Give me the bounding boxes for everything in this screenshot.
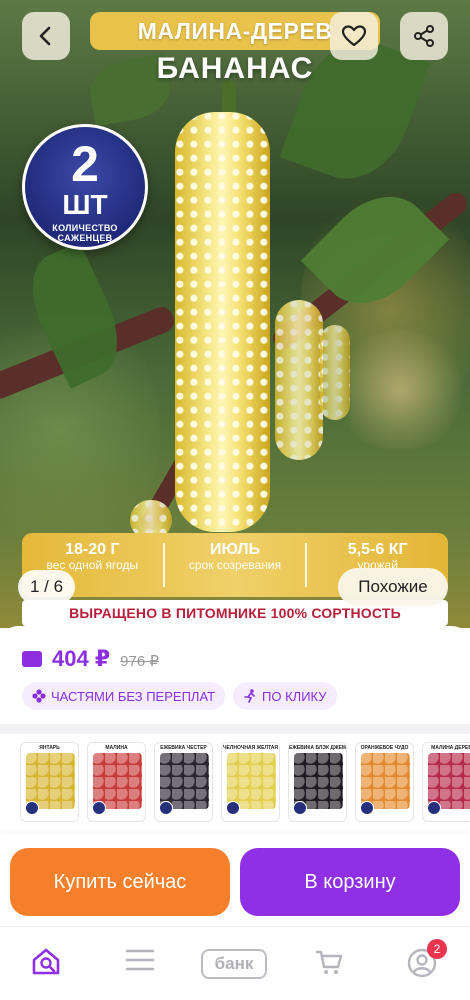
thumb-label: ЧЕЛНОЧНАЯ ЖЕЛТАЯ <box>223 745 278 751</box>
thumb-badge <box>293 801 307 815</box>
thumb-label: МАЛИНА <box>105 745 128 751</box>
related-product-thumb[interactable]: ЧЕЛНОЧНАЯ ЖЕЛТАЯ <box>221 742 280 822</box>
bank-label: банк <box>201 949 267 979</box>
home-search-icon <box>32 948 60 975</box>
thumb-label: ЕЖЕВИКА ЧЕСТЕР <box>160 745 207 751</box>
cart-count-badge: 2 <box>427 939 447 959</box>
price-row: 404 ₽ 976 ₽ <box>22 646 159 672</box>
wallet-icon <box>22 651 42 667</box>
thumb-label: ЕЖЕВИКА БЛЭК ДЖЕМ <box>289 745 347 751</box>
thumb-badge <box>427 801 441 815</box>
side-fruit <box>320 325 350 420</box>
nav-cart[interactable] <box>314 947 344 977</box>
side-fruit <box>275 300 323 460</box>
title-tag-text: МАЛИНА-ДЕРЕВ <box>137 17 333 44</box>
share-icon <box>414 25 434 47</box>
bottom-navigation: банк <box>0 926 470 1000</box>
installments-chip[interactable]: ЧАСТЯМИ БЕЗ ПЕРЕПЛАТ <box>22 682 226 710</box>
related-products-carousel[interactable]: ЯНТАРЬ МАЛИНА ЕЖЕВИКА ЧЕСТЕР ЧЕЛНОЧНАЯ ЖЕЛТ… <box>0 734 470 834</box>
related-product-thumb[interactable]: МАЛИНА ДЕРЕВ <box>422 742 470 822</box>
nav-bank[interactable]: банк <box>201 949 267 979</box>
badge-unit: ШТ <box>62 189 108 220</box>
old-price: 976 ₽ <box>120 653 159 670</box>
similar-button[interactable]: Похожие <box>338 568 448 606</box>
runner-icon <box>244 689 255 703</box>
menu-icon <box>125 949 155 971</box>
one-click-label: ПО КЛИКУ <box>262 688 327 704</box>
plus-cluster-icon <box>32 689 46 703</box>
thumb-label: ЯНТАРЬ <box>39 745 60 751</box>
installments-label: ЧАСТЯМИ БЕЗ ПЕРЕПЛАТ <box>51 688 216 704</box>
current-price: 404 ₽ <box>52 646 111 671</box>
thumb-label: МАЛИНА ДЕРЕВ <box>431 745 470 751</box>
heart-icon <box>341 25 367 47</box>
badge-caption: КОЛИЧЕСТВО САЖЕНЦЕВ <box>52 223 118 243</box>
thumb-badge <box>25 801 39 815</box>
product-image-gallery[interactable]: МАЛИНА-ДЕРЕВ БАНАНАС 2 ШТ КОЛИЧЕСТВО САЖ… <box>0 0 470 628</box>
related-product-thumb[interactable]: ЕЖЕВИКА ЧЕСТЕР <box>154 742 213 822</box>
quantity-badge: 2 ШТ КОЛИЧЕСТВО САЖЕНЦЕВ <box>22 124 148 250</box>
related-product-thumb[interactable]: ОРАНЖЕВОЕ ЧУДО <box>355 742 414 822</box>
badge-number: 2 <box>71 136 99 192</box>
buy-now-button[interactable]: Купить сейчас <box>10 848 230 916</box>
nav-home[interactable] <box>30 947 64 977</box>
payment-chips: ЧАСТЯМИ БЕЗ ПЕРЕПЛАТ ПО КЛИКУ <box>22 682 337 710</box>
chevron-left-icon <box>39 26 51 46</box>
thumb-badge <box>159 801 173 815</box>
thumb-badge <box>92 801 106 815</box>
thumb-badge <box>226 801 240 815</box>
certification-text: ВЫРАЩЕНО В ПИТОМНИКЕ 100% СОРТНОСТЬ <box>69 605 401 621</box>
thumb-label: ОРАНЖЕВОЕ ЧУДО <box>360 745 409 751</box>
cart-icon <box>315 950 343 974</box>
related-product-thumb[interactable]: ЕЖЕВИКА БЛЭК ДЖЕМ <box>288 742 347 822</box>
info-ripening: ИЮЛЬ срок созревания <box>188 541 282 572</box>
thumb-badge <box>360 801 374 815</box>
one-click-chip[interactable]: ПО КЛИКУ <box>233 682 337 710</box>
image-pager: 1 / 6 <box>18 570 76 604</box>
add-to-cart-button[interactable]: В корзину <box>240 848 460 916</box>
related-product-thumb[interactable]: ЯНТАРЬ <box>20 742 79 822</box>
price-card: 404 ₽ 976 ₽ ЧАСТЯМИ БЕЗ ПЕРЕПЛАТ ПО КЛИК… <box>0 626 470 724</box>
related-product-thumb[interactable]: МАЛИНА <box>87 742 146 822</box>
product-subtitle: БАНАНАС <box>156 52 314 85</box>
section-gap <box>0 724 470 734</box>
action-bar: Купить сейчас В корзину <box>0 834 470 926</box>
nav-catalog[interactable] <box>124 947 156 973</box>
main-fruit <box>175 112 270 532</box>
